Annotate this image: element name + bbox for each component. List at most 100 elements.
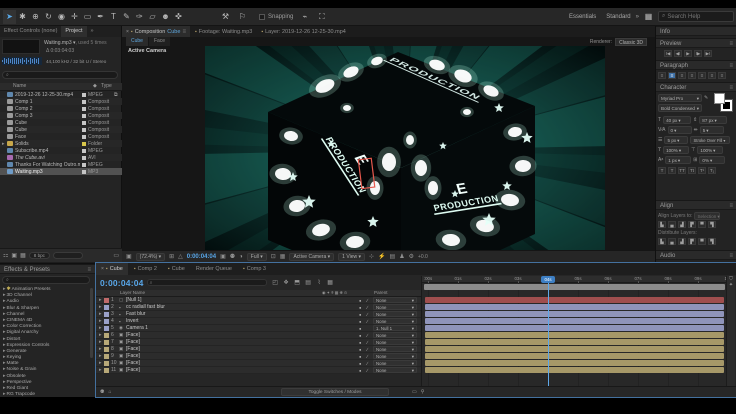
expander-icon[interactable]: ▸ (3, 366, 6, 372)
effects-category[interactable]: ▸RG Trapcode (0, 391, 90, 397)
layer-label-swatch[interactable] (104, 367, 109, 373)
workspace-icon-0[interactable]: ⚒ (219, 10, 232, 24)
proxy-pill[interactable] (52, 252, 83, 259)
label-swatch[interactable] (82, 113, 86, 118)
layer-label-swatch[interactable] (104, 311, 109, 317)
parent-dropdown[interactable]: None ▾ (373, 339, 417, 345)
resolution-dropdown[interactable]: Full ▾ (246, 252, 267, 261)
timeline-strip-icon-1[interactable]: ✦ (727, 282, 735, 288)
layer-label-swatch[interactable] (104, 304, 109, 310)
timeline-layer-row[interactable]: ▸ 11 ▣ [Face] ● ∕ None ▾ (96, 367, 421, 374)
faux-style-button-1[interactable]: T (668, 167, 676, 174)
close-icon[interactable]: × (101, 266, 104, 272)
timeline-tab-4[interactable]: ▪ Comp 3 (238, 263, 271, 275)
label-swatch[interactable] (82, 148, 86, 153)
timeline-layer-row[interactable]: ▸ 4 ▪ Invert ● ∕ None ▾ (96, 318, 421, 325)
timeline-layer-row[interactable]: ▸ 3 ▪ Fast blur ● ∕ None ▾ (96, 311, 421, 318)
workspace-overflow-icon[interactable]: » (636, 14, 639, 20)
leading-input[interactable]: 87 px ▾ (699, 116, 728, 124)
parent-dropdown[interactable]: None ▾ (373, 311, 417, 317)
magnification-dropdown[interactable]: (72.4%) ▾ (135, 252, 166, 261)
search-help-box[interactable]: ⌕ Search Help (658, 11, 734, 22)
timeline-bottom-icon-1[interactable]: ⌂ (108, 389, 111, 395)
workspace-essentials-button[interactable]: Essentials (564, 12, 601, 22)
video-eye-icon[interactable]: ● (359, 298, 367, 303)
exposure-value[interactable]: +0.0 (418, 254, 428, 260)
project-item-row[interactable]: ▸ Solids Folder (0, 140, 122, 147)
expander-icon[interactable]: ▸ (3, 292, 6, 298)
project-item-row[interactable]: Comp 3 Composit (0, 112, 122, 119)
paragraph-panel-header[interactable]: Paragraph ≡ (656, 60, 736, 70)
tab-footage[interactable]: ▪ Footage: Waiting.mp3 (191, 26, 256, 37)
project-item-row[interactable]: Comp 2 Composit (0, 105, 122, 112)
label-swatch[interactable] (82, 169, 86, 174)
align-to-dropdown[interactable]: Selection ▾ (694, 212, 721, 220)
time-ruler[interactable]: :00s01s02s03s04s05s06s07s08s09s10s (422, 276, 732, 283)
project-item-row[interactable]: Subscribe.mp4 MPEG (0, 147, 122, 154)
grid-guides-icon[interactable]: ⊞ (169, 253, 174, 260)
parent-dropdown[interactable]: None ▾ (373, 318, 417, 324)
layer-label-swatch[interactable] (104, 353, 109, 359)
video-eye-icon[interactable]: ● (359, 312, 367, 317)
faux-style-button-0[interactable]: T (658, 167, 666, 174)
timeline-toolbar-icon-4[interactable]: ⌇ (314, 279, 325, 286)
preview-panel-header[interactable]: Preview ≡ (656, 38, 736, 48)
snapping-checkbox[interactable] (259, 13, 265, 20)
panel-menu-icon[interactable]: ≡ (729, 251, 733, 259)
show-snapshot-icon[interactable]: ⚉ (230, 253, 235, 260)
panel-menu-icon[interactable]: ≡ (87, 265, 91, 273)
layer-label-swatch[interactable] (104, 346, 109, 352)
video-eye-icon[interactable]: ● (359, 347, 367, 352)
label-swatch[interactable] (82, 141, 86, 146)
timeline-zoom-icon-0[interactable]: ▭ (412, 389, 417, 395)
orbit-camera-tool-icon[interactable]: ↻ (42, 10, 55, 24)
timeline-layer-row[interactable]: ▸ 10 ▣ [Face] ● ∕ None ▾ (96, 360, 421, 367)
expander-icon[interactable]: ▸ (3, 305, 6, 311)
pan-behind-tool-icon[interactable]: ✛ (68, 10, 81, 24)
expander-icon[interactable]: ▸ (3, 336, 6, 342)
kerning-input[interactable]: 0 ▾ (667, 126, 692, 134)
layer-duration-bar[interactable] (425, 367, 724, 373)
project-item-row[interactable]: Face Composit (0, 133, 122, 140)
layer-label-swatch[interactable] (104, 339, 109, 345)
timeline-toolbar-icon-2[interactable]: ⬒ (292, 279, 303, 286)
video-eye-icon[interactable]: ● (359, 305, 367, 310)
panel-menu-icon[interactable]: ≡ (182, 29, 186, 35)
layer-duration-bar[interactable] (425, 318, 724, 324)
transport-button-2[interactable]: ▶ (684, 50, 692, 57)
timeline-toolbar-icon-1[interactable]: ❖ (281, 279, 292, 286)
video-eye-icon[interactable]: ● (359, 368, 367, 373)
zoom-tool-icon[interactable]: ⊕ (29, 10, 42, 24)
puppet-pin-tool-icon[interactable]: ✜ (172, 10, 185, 24)
roto-brush-tool-icon[interactable]: ☻ (159, 10, 172, 24)
region-of-interest-icon[interactable]: ⊡ (271, 253, 276, 260)
timeline-layer-row[interactable]: ▸ 2 ▪ cc radiall fast blur ● ∕ None ▾ (96, 304, 421, 311)
parent-dropdown[interactable]: None ▾ (373, 360, 417, 366)
paragraph-align-button-4[interactable]: ≡ (698, 72, 706, 79)
clone-stamp-tool-icon[interactable]: ✑ (133, 10, 146, 24)
layer-label-swatch[interactable] (104, 297, 109, 303)
align-panel-header[interactable]: Align ≡ (656, 200, 736, 210)
effects-search-input[interactable]: ⌕ (2, 276, 90, 284)
layer-label-swatch[interactable] (104, 332, 109, 338)
parent-dropdown[interactable]: 1. Null 1 ▾ (373, 325, 417, 331)
eraser-tool-icon[interactable]: ▱ (146, 10, 159, 24)
font-style-dropdown[interactable]: Bold Condensed ▾ (658, 104, 702, 112)
baseline-shift-input[interactable]: 1 px ▾ (665, 156, 692, 164)
fast-previews-icon[interactable]: ⚡ (378, 253, 385, 260)
track-camera-tool-icon[interactable]: ◉ (55, 10, 68, 24)
label-swatch[interactable] (82, 134, 86, 139)
project-item-row[interactable]: 2019-12-26 12-25-30.mp4 MPEG ⧉ (0, 91, 122, 98)
close-icon[interactable]: × (126, 29, 129, 35)
panel-menu-icon[interactable]: ≡ (729, 83, 733, 91)
project-item-row[interactable]: Cube Composit (0, 119, 122, 126)
fill-color-swatch[interactable] (714, 93, 725, 104)
pixel-aspect-icon[interactable]: ⊹ (369, 253, 374, 260)
tab-project[interactable]: Project (61, 26, 87, 37)
paragraph-align-button-1[interactable]: ≡ (668, 72, 676, 79)
layer-label-swatch[interactable] (104, 360, 109, 366)
transport-button-0[interactable]: I◀ (664, 50, 672, 57)
align-button-1[interactable]: ▄ (668, 221, 676, 228)
effects-scrollbar[interactable] (90, 288, 93, 358)
stroke-mode-dropdown[interactable]: Stroke Over Fill ▾ (690, 136, 731, 144)
